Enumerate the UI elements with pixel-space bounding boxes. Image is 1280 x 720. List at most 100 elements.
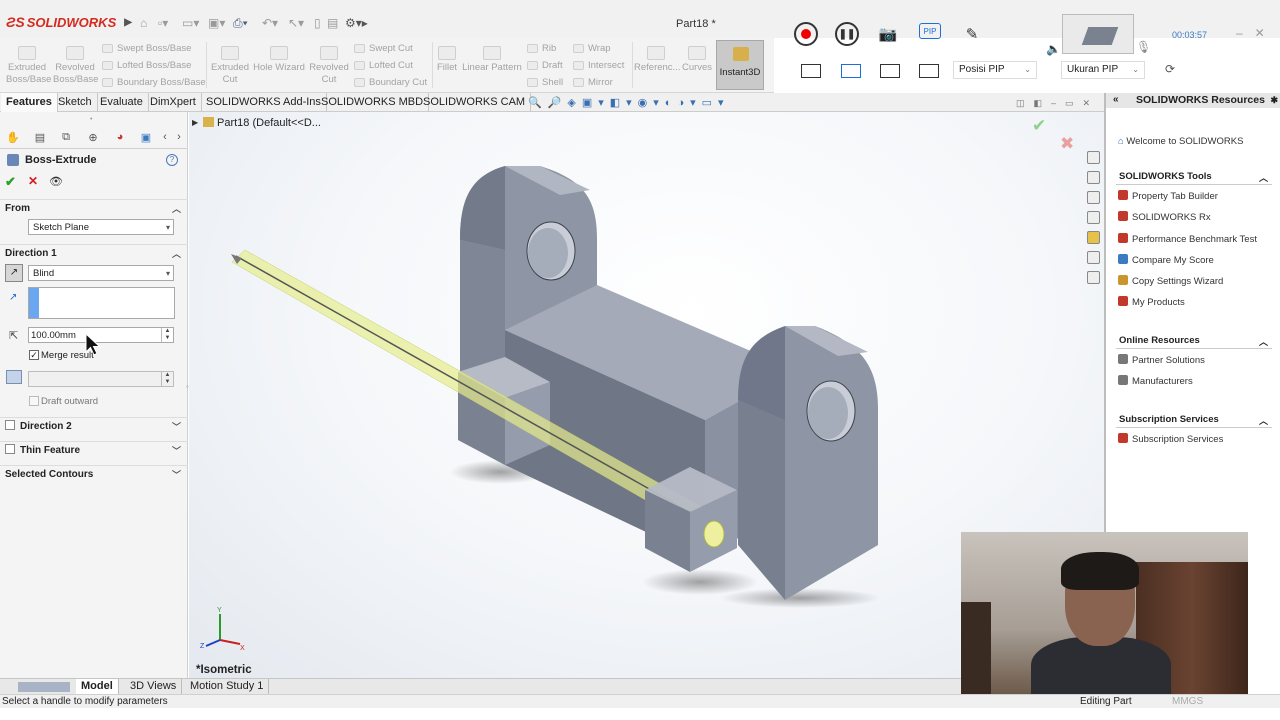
unit-system[interactable]: MMGS [1172, 695, 1203, 708]
swept-cut-button[interactable]: Swept Cut [354, 43, 413, 55]
tab-scroll-right-icon[interactable]: › [172, 131, 186, 145]
thin-feature-section-header[interactable]: Thin Feature ﹀ [0, 441, 188, 459]
tool-link[interactable]: Property Tab Builder [1118, 190, 1218, 202]
merge-result-checkbox[interactable]: ✓ [29, 350, 39, 360]
pause-button[interactable]: ❚❚ [835, 22, 859, 46]
print-icon[interactable]: ⎙▾ [233, 16, 248, 31]
tab-evaluate[interactable]: Evaluate [95, 93, 149, 112]
region-select-icon[interactable] [841, 64, 861, 78]
forum-tab-icon[interactable] [1087, 271, 1100, 284]
draft-outward-checkbox[interactable] [29, 396, 39, 406]
welcome-link[interactable]: ⌂ Welcome to SOLIDWORKS [1118, 136, 1243, 147]
shell-button[interactable]: Shell [527, 77, 563, 89]
swept-boss-button[interactable]: Swept Boss/Base [102, 43, 191, 55]
tab-mbd[interactable]: SOLIDWORKS MBD [316, 93, 430, 112]
thin-feature-checkbox[interactable] [5, 444, 15, 454]
dimxpert-manager-tab-icon[interactable]: ⊕ [86, 131, 100, 145]
from-dropdown[interactable]: Sketch Plane ▾ [28, 219, 174, 235]
pip-button[interactable]: PIP [919, 23, 941, 39]
online-section-header[interactable]: Online Resources ︿ [1116, 335, 1272, 349]
new-file-icon[interactable]: ▫▾ [158, 16, 168, 30]
intersect-button[interactable]: Intersect [573, 60, 624, 72]
microphone-icon[interactable]: 🎙 [1136, 40, 1151, 54]
heads-up-view-toolbar[interactable]: 🔍🔎◈▣▾◧▾◉▾◐◑▾▭▾ [528, 96, 730, 109]
extruded-cut-button[interactable]: Extruded Cut [210, 46, 250, 86]
tool-link[interactable]: Compare My Score [1118, 254, 1214, 266]
home-icon[interactable]: ⌂ [140, 16, 147, 30]
lofted-boss-button[interactable]: Lofted Boss/Base [102, 60, 191, 72]
draft-button[interactable]: Draft [527, 60, 563, 72]
collapse-pane-icon[interactable]: « [1113, 93, 1119, 107]
design-library-tab-icon[interactable] [1087, 171, 1100, 184]
direction2-checkbox[interactable] [5, 420, 15, 430]
pip-position-dropdown[interactable]: Posisi PIP ⌄ [953, 61, 1037, 79]
online-link[interactable]: Manufacturers [1118, 375, 1193, 387]
custom-properties-tab-icon[interactable] [1087, 251, 1100, 264]
panel-grip-icon[interactable]: • [90, 116, 92, 123]
instant3d-button[interactable]: Instant3D [716, 40, 764, 90]
configuration-manager-tab-icon[interactable]: ⧉ [59, 131, 73, 145]
curves-button[interactable]: Curves [681, 46, 713, 74]
tool-link[interactable]: My Products [1118, 296, 1185, 308]
subscription-section-header[interactable]: Subscription Services ︿ [1116, 414, 1272, 428]
tab-dimxpert[interactable]: DimXpert [145, 93, 202, 112]
depth-spinner[interactable]: ▲ ▼ [161, 328, 173, 342]
tool-link[interactable]: SOLIDWORKS Rx [1118, 211, 1211, 223]
boundary-boss-button[interactable]: Boundary Boss/Base [102, 77, 206, 89]
rib-button[interactable]: Rib [527, 43, 556, 55]
tab-addins[interactable]: SOLIDWORKS Add-Ins [201, 93, 327, 112]
ok-button[interactable]: ✔ [5, 174, 16, 190]
save-icon[interactable]: ▣▾ [208, 16, 225, 30]
webcam-frame-icon[interactable] [919, 64, 939, 78]
confirm-corner-ok-icon[interactable]: ✔ [1032, 116, 1046, 136]
hole-wizard-button[interactable]: Hole Wizard [253, 46, 305, 74]
linear-pattern-button[interactable]: Linear Pattern [462, 46, 522, 74]
subscription-link[interactable]: Subscription Services [1118, 433, 1223, 445]
feature-manager-tab-icon[interactable]: ✋ [6, 131, 20, 145]
revolved-boss-button[interactable]: Revolved Boss/Base [53, 46, 98, 86]
fillet-button[interactable]: Fillet [436, 46, 458, 74]
detailed-preview-eye-icon[interactable]: 👁 [49, 175, 63, 188]
open-file-icon[interactable]: ▭▾ [182, 16, 199, 30]
end-condition-dropdown[interactable]: Blind ▾ [28, 265, 174, 281]
tab-features[interactable]: Features [1, 93, 58, 112]
undo-icon[interactable]: ↶▾ [262, 16, 278, 30]
lofted-cut-button[interactable]: Lofted Cut [354, 60, 413, 72]
viewport-window-controls[interactable]: ◫◧–▭✕ [1016, 98, 1099, 109]
tool-link[interactable]: Copy Settings Wizard [1118, 275, 1223, 287]
tab-scroll-left-icon[interactable]: ‹ [158, 131, 172, 145]
help-icon[interactable]: ? [166, 154, 178, 166]
options-gear-icon[interactable]: ⚙▾▸ [345, 16, 368, 30]
speaker-icon[interactable]: 🔈 [1046, 42, 1061, 56]
reference-geometry-button[interactable]: Referenc... [634, 46, 680, 74]
tool-link[interactable]: Performance Benchmark Test [1118, 233, 1257, 245]
pen-icon[interactable]: ✎ [960, 22, 984, 46]
display-manager-tab-icon[interactable]: ◕ [113, 131, 127, 145]
cam-manager-tab-icon[interactable]: ▣ [139, 131, 153, 145]
direction-selection-box[interactable] [28, 287, 175, 319]
solidworks-logo[interactable]: ƧS SOLIDWORKS ▶ [6, 12, 132, 32]
draft-spinner[interactable]: ▲ ▼ [161, 372, 173, 386]
tools-section-header[interactable]: SOLIDWORKS Tools ︿ [1116, 171, 1272, 185]
property-manager-tab-icon[interactable]: ▤ [33, 131, 47, 145]
rebuild-icon[interactable]: ▯ [314, 16, 321, 30]
boundary-cut-button[interactable]: Boundary Cut [354, 77, 427, 89]
menu-expand-icon[interactable]: ▶ [124, 17, 132, 28]
feature-tree-flyout[interactable]: ▶ Part18 (Default<<D... [192, 117, 321, 129]
tab-3d-views[interactable]: 3D Views [125, 679, 183, 695]
draft-angle-input[interactable]: ▲ ▼ [28, 371, 174, 387]
reverse-direction-icon[interactable]: ↗ [5, 264, 23, 282]
extruded-boss-button[interactable]: Extruded Boss/Base [6, 46, 51, 86]
direction2-section-header[interactable]: Direction 2 ﹀ [0, 417, 188, 435]
online-link[interactable]: Partner Solutions [1118, 354, 1205, 366]
revolved-cut-button[interactable]: Revolved Cut [308, 46, 350, 86]
select-icon[interactable]: ↖▾ [288, 16, 304, 30]
mirror-button[interactable]: Mirror [573, 77, 613, 89]
fullscreen-rect-icon[interactable] [801, 64, 821, 78]
file-properties-icon[interactable]: ▤ [327, 16, 338, 30]
from-section-header[interactable]: From ︿ [0, 199, 188, 217]
record-button[interactable] [794, 22, 818, 46]
tab-navigation-arrows[interactable] [18, 682, 70, 692]
tab-motion-study[interactable]: Motion Study 1 [185, 679, 270, 695]
direction1-section-header[interactable]: Direction 1 ︿ [0, 244, 188, 262]
